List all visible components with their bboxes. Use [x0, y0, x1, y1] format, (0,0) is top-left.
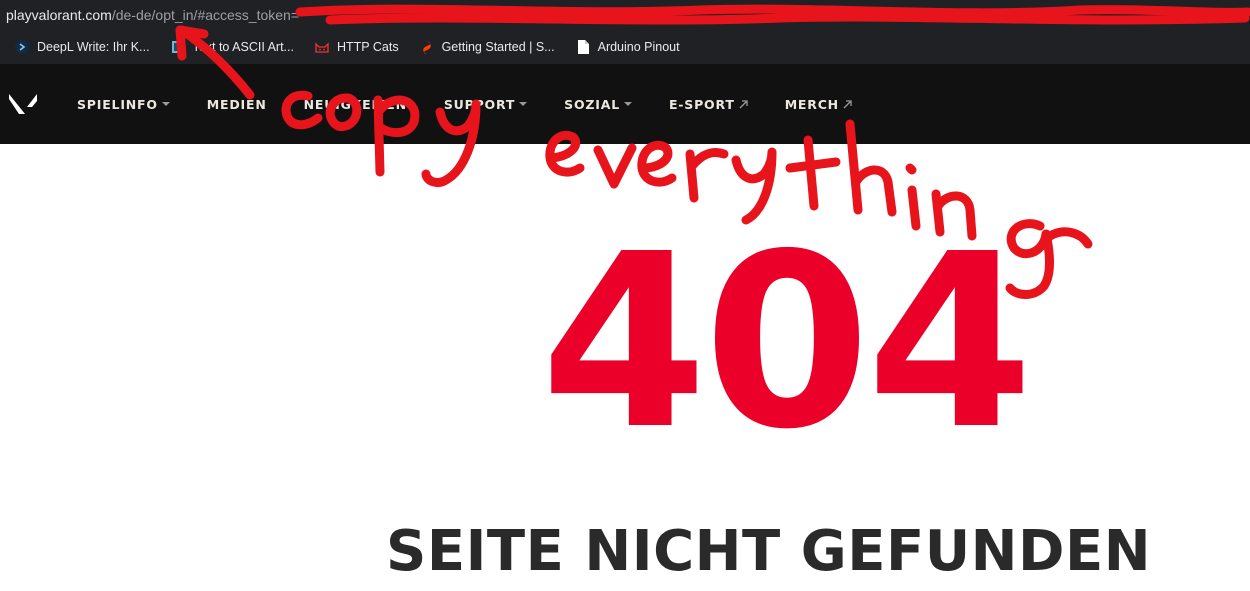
bookmark-ascii[interactable]: Text to ASCII Art...: [170, 39, 294, 55]
valorant-logo-icon[interactable]: [8, 92, 38, 116]
bookmark-label: HTTP Cats: [336, 40, 399, 54]
bookmark-getting-started[interactable]: Getting Started | S...: [419, 39, 555, 55]
caret-down-icon: [161, 102, 170, 106]
bookmark-deepl[interactable]: DeepL Write: Ihr K...: [14, 39, 150, 55]
caret-down-icon: [623, 102, 632, 106]
url-path: /de-de/opt_in/#access_token=: [111, 7, 300, 23]
nav-item-label: MERCH: [784, 96, 839, 112]
deepl-icon: [14, 39, 30, 55]
caret-down-icon: [519, 102, 528, 106]
error-code: 404: [540, 202, 1034, 482]
nav-item-label: MEDIEN: [206, 96, 267, 112]
error-message: SEITE NICHT GEFUNDEN: [386, 519, 1152, 584]
external-link-icon: [739, 99, 748, 108]
nav-item-medien[interactable]: MEDIEN: [207, 97, 267, 112]
nav-item-label: NEUIGKEITEN: [303, 96, 407, 112]
address-bar[interactable]: playvalorant.com/de-de/opt_in/#access_to…: [0, 0, 1250, 30]
nav-item-e-sport[interactable]: E-SPORT: [669, 97, 748, 112]
svelte-icon: [419, 39, 435, 55]
nav-item-label: SUPPORT: [443, 96, 516, 112]
bookmark-label: DeepL Write: Ihr K...: [37, 40, 150, 54]
ascii-icon: [170, 39, 186, 55]
bookmark-http-cats[interactable]: HTTP Cats: [314, 39, 399, 55]
site-navigation: SPIELINFO MEDIEN NEUIGKEITEN SUPPORT SOZ…: [0, 64, 1250, 144]
nav-item-spielinfo[interactable]: SPIELINFO: [77, 97, 170, 112]
nav-item-merch[interactable]: MERCH: [785, 97, 852, 112]
bookmark-label: Arduino Pinout: [597, 40, 680, 54]
bookmark-label: Getting Started | S...: [441, 40, 555, 54]
bookmark-label: Text to ASCII Art...: [192, 40, 294, 54]
document-icon: [575, 39, 591, 55]
nav-item-label: E-SPORT: [668, 96, 735, 112]
nav-item-label: SOZIAL: [564, 96, 620, 112]
bookmark-arduino-pinout[interactable]: Arduino Pinout: [575, 39, 680, 55]
nav-item-neuigkeiten[interactable]: NEUIGKEITEN: [304, 97, 407, 112]
external-link-icon: [843, 99, 852, 108]
nav-item-sozial[interactable]: SOZIAL: [564, 97, 632, 112]
url-host: playvalorant.com: [6, 7, 112, 23]
nav-menu: SPIELINFO MEDIEN NEUIGKEITEN SUPPORT SOZ…: [77, 64, 889, 144]
nav-item-support[interactable]: SUPPORT: [443, 96, 528, 112]
bookmarks-bar: DeepL Write: Ihr K... Text to ASCII Art.…: [0, 30, 1250, 64]
cat-icon: [314, 39, 330, 55]
nav-item-label: SPIELINFO: [77, 96, 158, 112]
